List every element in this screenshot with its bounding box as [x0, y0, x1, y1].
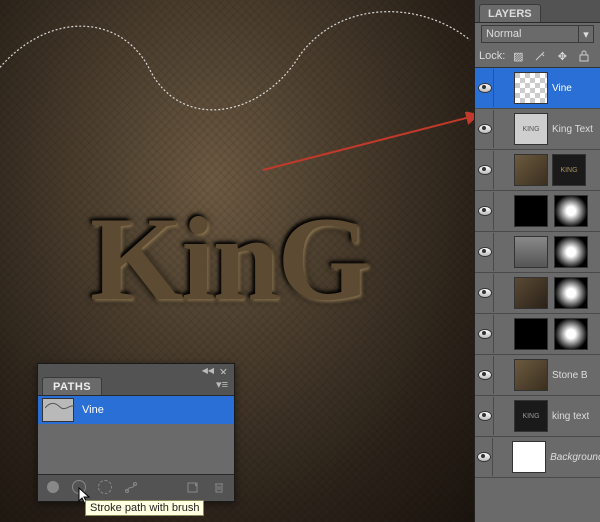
layer-mask-thumbnail[interactable]: KING	[552, 154, 586, 186]
layer-visibility-toggle[interactable]	[477, 274, 494, 312]
eye-icon	[478, 288, 492, 298]
eye-icon	[478, 370, 492, 380]
layer-mask-thumbnail[interactable]	[554, 195, 588, 227]
layer-thumbnail[interactable]	[514, 277, 548, 309]
chevron-down-icon[interactable]: ▾	[578, 25, 594, 43]
layer-link-slot	[498, 110, 510, 148]
lock-transparency-icon[interactable]: ▨	[509, 47, 527, 65]
paths-tab[interactable]: PATHS	[42, 377, 102, 395]
layer-thumbnail[interactable]	[512, 441, 546, 473]
eye-icon	[478, 247, 492, 257]
layer-row[interactable]	[475, 314, 600, 355]
layer-thumbnail[interactable]	[514, 72, 548, 104]
layer-visibility-toggle[interactable]	[477, 69, 494, 107]
blend-mode-select[interactable]: Normal	[481, 25, 578, 43]
layer-row[interactable]	[475, 232, 600, 273]
layer-link-slot	[498, 69, 510, 107]
layer-visibility-toggle[interactable]	[477, 110, 494, 148]
make-work-path-button[interactable]	[120, 478, 142, 496]
eye-icon	[478, 411, 492, 421]
layer-thumbnail[interactable]	[514, 195, 548, 227]
layer-thumbnail[interactable]: KING	[514, 113, 548, 145]
paths-panel[interactable]: ◀◀ ✕ PATHS ▾≡ Vine	[37, 363, 235, 502]
layers-panel[interactable]: LAYERS Normal ▾ Lock: ▨ ✥ Vine KING King…	[474, 0, 600, 522]
layer-link-slot	[498, 233, 510, 271]
eye-icon	[477, 452, 491, 462]
layer-row[interactable]: Background	[475, 437, 600, 478]
layer-link-slot	[497, 438, 508, 476]
layer-visibility-toggle[interactable]	[477, 397, 494, 435]
layer-row[interactable]: Vine	[475, 68, 600, 109]
blend-mode-row: Normal ▾	[475, 23, 600, 45]
layer-link-slot	[498, 315, 510, 353]
layer-visibility-toggle[interactable]	[477, 151, 494, 189]
layer-link-slot	[498, 274, 510, 312]
layer-name[interactable]: Stone B	[552, 370, 588, 381]
path-to-selection-button[interactable]	[94, 478, 116, 496]
layer-link-slot	[498, 192, 510, 230]
layer-link-slot	[498, 356, 510, 394]
delete-path-button[interactable]	[208, 478, 230, 496]
eye-icon	[478, 83, 492, 93]
lock-position-icon[interactable]: ✥	[553, 47, 571, 65]
eye-icon	[478, 165, 492, 175]
lock-label: Lock:	[479, 50, 505, 62]
paths-panel-footer	[38, 474, 234, 499]
artwork-text: KinG	[90, 190, 369, 328]
layer-visibility-toggle[interactable]	[477, 233, 494, 271]
path-name: Vine	[82, 404, 104, 416]
layer-row[interactable]	[475, 191, 600, 232]
path-row[interactable]: Vine	[38, 396, 234, 424]
eye-icon	[478, 329, 492, 339]
layer-row[interactable]: KING King Text	[475, 109, 600, 150]
layer-thumbnail[interactable]	[514, 236, 548, 268]
new-path-button[interactable]	[182, 478, 204, 496]
layer-thumbnail[interactable]	[514, 318, 548, 350]
layer-thumbnail[interactable]	[514, 154, 548, 186]
paths-list[interactable]: Vine	[38, 396, 234, 474]
layer-link-slot	[498, 397, 510, 435]
layer-visibility-toggle[interactable]	[477, 356, 494, 394]
fill-path-button[interactable]	[42, 478, 64, 496]
layer-mask-thumbnail[interactable]	[554, 277, 588, 309]
panel-menu-icon[interactable]: ▾≡	[216, 378, 228, 391]
layers-list[interactable]: Vine KING King Text KING Ston	[475, 68, 600, 522]
layer-visibility-toggle[interactable]	[477, 192, 494, 230]
layer-mask-thumbnail[interactable]	[554, 318, 588, 350]
layer-name[interactable]: king text	[552, 411, 589, 422]
layer-row[interactable]: Stone B	[475, 355, 600, 396]
layer-visibility-toggle[interactable]	[477, 315, 494, 353]
lock-row: Lock: ▨ ✥	[475, 45, 600, 68]
layer-row[interactable]: KING king text	[475, 396, 600, 437]
layer-row[interactable]	[475, 273, 600, 314]
eye-icon	[478, 206, 492, 216]
layer-thumbnail[interactable]: KING	[514, 400, 548, 432]
layer-mask-thumbnail[interactable]	[554, 236, 588, 268]
eye-icon	[478, 124, 492, 134]
lock-all-icon[interactable]	[575, 47, 593, 65]
layer-visibility-toggle[interactable]	[477, 438, 493, 476]
lock-pixels-icon[interactable]	[531, 47, 549, 65]
layer-row[interactable]: KING	[475, 150, 600, 191]
layer-thumbnail[interactable]	[514, 359, 548, 391]
layer-link-slot	[498, 151, 510, 189]
annotation-arrow	[258, 110, 475, 180]
layer-name[interactable]: King Text	[552, 124, 593, 135]
layer-name[interactable]: Background	[550, 452, 600, 463]
layer-name[interactable]: Vine	[552, 83, 572, 94]
tooltip: Stroke path with brush	[85, 500, 204, 516]
layers-tab[interactable]: LAYERS	[479, 4, 541, 22]
path-thumbnail	[42, 398, 74, 422]
